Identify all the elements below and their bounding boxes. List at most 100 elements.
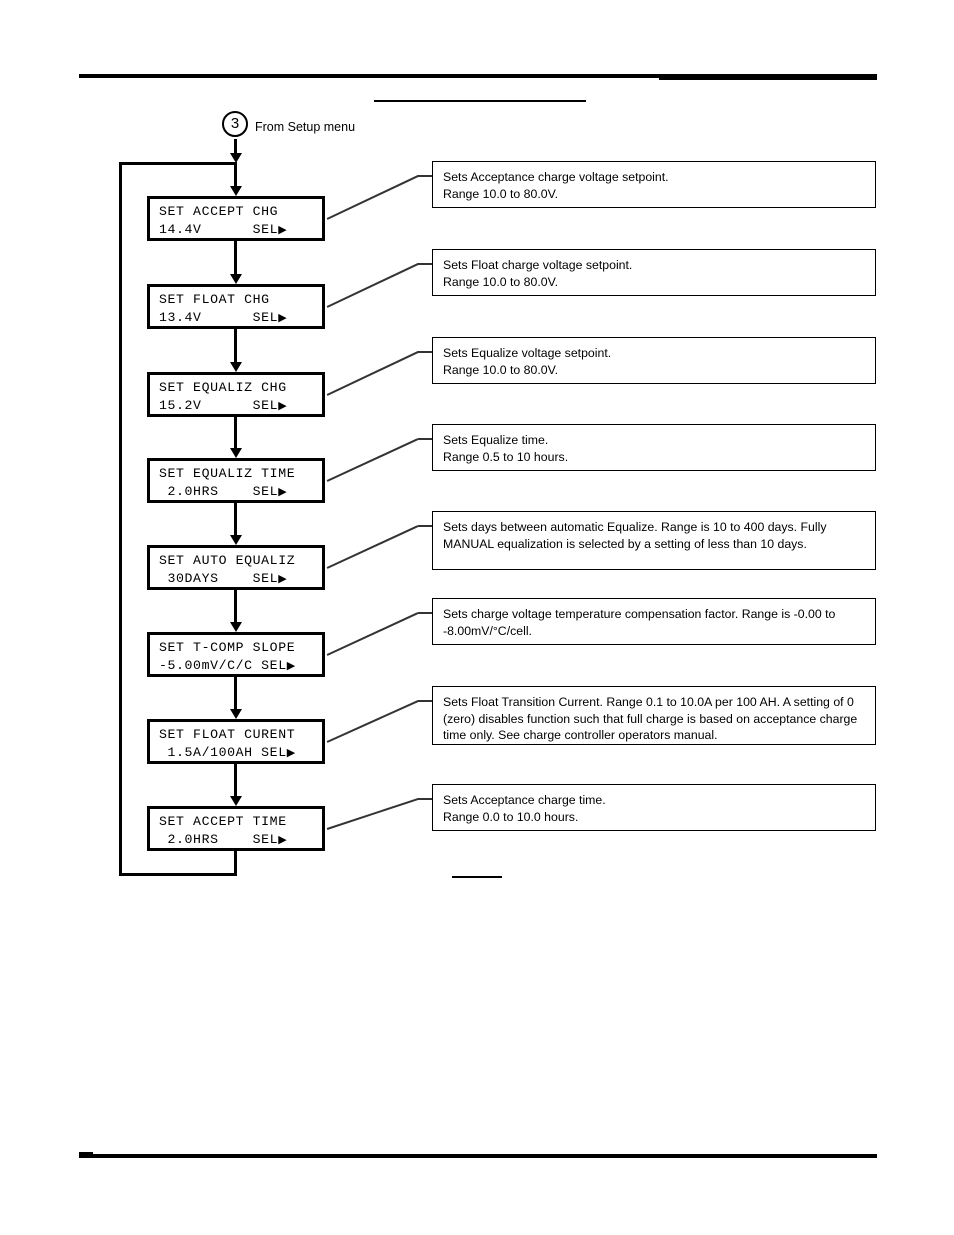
- flow-connector: [234, 329, 237, 362]
- description-line-2: Range 10.0 to 80.0V.: [443, 362, 559, 377]
- lcd-line-2-text: 15.2V SEL: [159, 398, 279, 413]
- leader-line-stub: [418, 700, 432, 702]
- lcd-line-2: -5.00mV/C/C SEL▶: [159, 657, 322, 675]
- lcd-line-1: SET ACCEPT CHG: [159, 204, 279, 219]
- footer-text-redaction: [452, 876, 502, 878]
- lcd-line-2-text: 30DAYS SEL: [159, 571, 279, 586]
- flow-connector: [234, 764, 237, 796]
- leader-line-stub: [418, 263, 432, 265]
- leader-line: [326, 612, 419, 656]
- lcd-line-2-text: 1.5A/100AH SEL: [159, 745, 287, 760]
- description-line-1: Sets Float charge voltage setpoint.: [443, 258, 633, 272]
- flow-arrowhead: [229, 186, 242, 196]
- leader-line: [326, 175, 419, 220]
- leader-line: [326, 798, 419, 830]
- lcd-line-2-text: 13.4V SEL: [159, 310, 279, 325]
- description-line-1: Sets charge voltage temperature compensa…: [443, 607, 836, 638]
- leader-line-stub: [418, 351, 432, 353]
- description-line-1: Sets Acceptance charge time.: [443, 793, 606, 807]
- sel-right-arrow-icon: ▶: [278, 485, 287, 498]
- flow-arrowhead: [229, 535, 242, 545]
- footer-rule: [79, 1154, 877, 1158]
- description-line-2: Range 10.0 to 80.0V.: [443, 186, 559, 201]
- lcd-line-2: 15.2V SEL▶: [159, 397, 322, 415]
- flow-arrowhead: [229, 709, 242, 719]
- description-box-set-float-chg: Sets Float charge voltage setpoint. Range…: [432, 249, 876, 296]
- lcd-line-2: 2.0HRS SEL▶: [159, 831, 322, 849]
- header-title-redaction: [374, 100, 586, 102]
- description-box-set-accept-chg: Sets Acceptance charge voltage setpoint.…: [432, 161, 876, 208]
- sel-right-arrow-icon: ▶: [278, 399, 287, 412]
- description-line-1: Sets Float Transition Current. Range 0.1…: [443, 695, 858, 742]
- flow-arrowhead: [229, 153, 242, 163]
- leader-line-stub: [418, 175, 432, 177]
- description-box-set-float-curent: Sets Float Transition Current. Range 0.1…: [432, 686, 876, 745]
- lcd-line-1: SET FLOAT CHG: [159, 292, 270, 307]
- loopback-rail-bottom: [119, 873, 237, 876]
- leader-line-stub: [418, 798, 432, 800]
- flow-connector: [234, 590, 237, 622]
- sel-right-arrow-icon: ▶: [278, 311, 287, 324]
- leader-line: [326, 263, 419, 308]
- lcd-line-2-text: 2.0HRS SEL: [159, 484, 279, 499]
- lcd-display-set-accept-time: SET ACCEPT TIME 2.0HRS SEL▶: [147, 806, 325, 851]
- leader-line-stub: [418, 612, 432, 614]
- lcd-display-set-t-comp-slope: SET T-COMP SLOPE -5.00mV/C/C SEL▶: [147, 632, 325, 677]
- description-line-1: Sets Equalize time.: [443, 433, 549, 447]
- description-box-set-equaliz-time: Sets Equalize time. Range 0.5 to 10 hours…: [432, 424, 876, 471]
- description-box-set-equaliz-chg: Sets Equalize voltage setpoint. Range 10.…: [432, 337, 876, 384]
- leader-line: [326, 351, 419, 396]
- lcd-line-2: 13.4V SEL▶: [159, 309, 322, 327]
- leader-line: [326, 525, 419, 569]
- loopback-rail-vertical: [119, 162, 122, 876]
- lcd-line-1: SET EQUALIZ CHG: [159, 380, 287, 395]
- lcd-display-set-auto-equaliz: SET AUTO EQUALIZ 30DAYS SEL▶: [147, 545, 325, 590]
- lcd-display-set-accept-chg: SET ACCEPT CHG 14.4V SEL▶: [147, 196, 325, 241]
- flow-arrowhead: [229, 622, 242, 632]
- lcd-line-1: SET ACCEPT TIME: [159, 814, 287, 829]
- sel-right-arrow-icon: ▶: [278, 833, 287, 846]
- flow-connector: [234, 165, 237, 186]
- lcd-display-set-float-chg: SET FLOAT CHG 13.4V SEL▶: [147, 284, 325, 329]
- description-line-2: Range 0.5 to 10 hours.: [443, 449, 569, 464]
- loopback-rail-top: [119, 162, 237, 165]
- flow-connector: [234, 677, 237, 709]
- leader-line-stub: [418, 525, 432, 527]
- description-box-set-accept-time: Sets Acceptance charge time. Range 0.0 to…: [432, 784, 876, 831]
- lcd-line-2: 14.4V SEL▶: [159, 221, 322, 239]
- flow-arrowhead: [229, 448, 242, 458]
- lcd-line-2-text: -5.00mV/C/C SEL: [159, 658, 287, 673]
- lcd-display-set-equaliz-chg: SET EQUALIZ CHG 15.2V SEL▶: [147, 372, 325, 417]
- flow-arrowhead: [229, 362, 242, 372]
- flow-connector: [234, 241, 237, 274]
- lcd-display-set-equaliz-time: SET EQUALIZ TIME 2.0HRS SEL▶: [147, 458, 325, 503]
- description-line-2: Range 0.0 to 10.0 hours.: [443, 809, 579, 824]
- lcd-line-1: SET AUTO EQUALIZ: [159, 553, 296, 568]
- description-box-set-t-comp-slope: Sets charge voltage temperature compensa…: [432, 598, 876, 645]
- flow-arrowhead: [229, 274, 242, 284]
- entry-marker-label: From Setup menu: [255, 120, 356, 134]
- description-line-1: Sets Acceptance charge voltage setpoint.: [443, 170, 669, 184]
- lcd-line-1: SET FLOAT CURENT: [159, 727, 296, 742]
- flow-connector: [234, 139, 237, 153]
- description-line-1: Sets days between automatic Equalize. Ra…: [443, 520, 827, 551]
- sel-right-arrow-icon: ▶: [278, 223, 287, 236]
- flow-arrowhead: [229, 796, 242, 806]
- leader-line: [326, 438, 419, 482]
- lcd-line-2-text: 14.4V SEL: [159, 222, 279, 237]
- flow-connector: [234, 417, 237, 448]
- lcd-line-2: 2.0HRS SEL▶: [159, 483, 322, 501]
- description-box-set-auto-equaliz: Sets days between automatic Equalize. Ra…: [432, 511, 876, 570]
- lcd-line-2-text: 2.0HRS SEL: [159, 832, 279, 847]
- leader-line-stub: [418, 438, 432, 440]
- lcd-display-set-float-curent: SET FLOAT CURENT 1.5A/100AH SEL▶: [147, 719, 325, 764]
- sel-right-arrow-icon: ▶: [278, 572, 287, 585]
- leader-line: [326, 700, 419, 743]
- sel-right-arrow-icon: ▶: [286, 746, 296, 759]
- description-line-2: Range 10.0 to 80.0V.: [443, 274, 559, 289]
- header-rule-right: [659, 76, 877, 80]
- lcd-line-2: 30DAYS SEL▶: [159, 570, 322, 588]
- description-line-1: Sets Equalize voltage setpoint.: [443, 346, 612, 360]
- entry-marker-circle: 3: [222, 111, 248, 137]
- lcd-line-2: 1.5A/100AH SEL▶: [159, 744, 322, 762]
